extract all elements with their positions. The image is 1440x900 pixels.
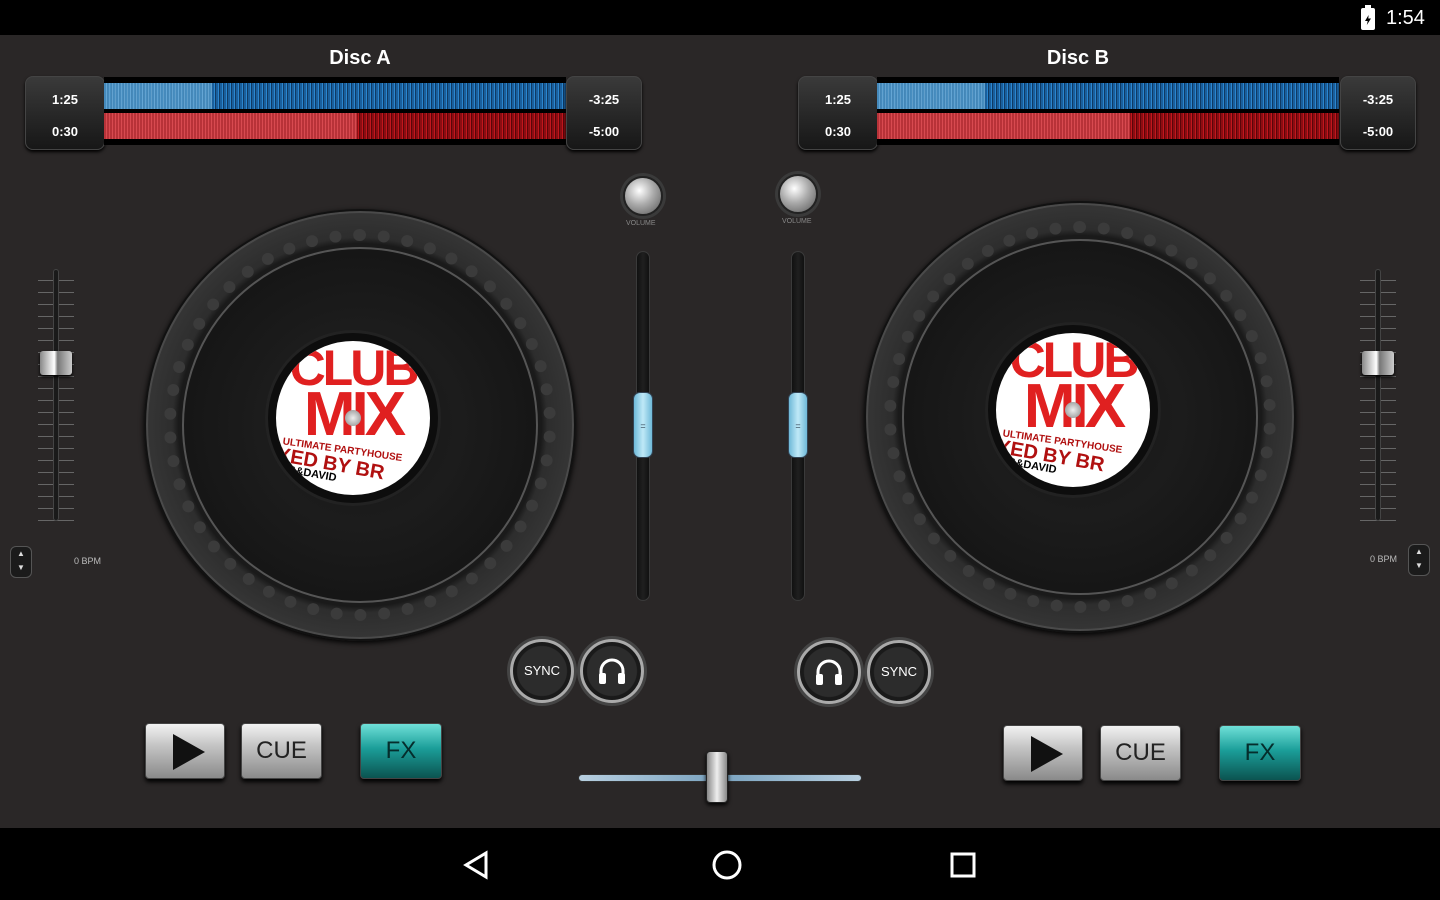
deck-a-pitch-track[interactable] bbox=[53, 269, 59, 521]
deck-a-elapsed-time: 1:25 0:30 bbox=[25, 76, 105, 150]
back-triangle-icon[interactable] bbox=[458, 845, 498, 885]
deck-b-remaining-bottom: -5:00 bbox=[1362, 124, 1394, 139]
status-clock: 1:54 bbox=[1386, 7, 1425, 29]
deck-b-sync-button[interactable]: SYNC bbox=[867, 640, 931, 704]
recents-square-icon[interactable] bbox=[943, 845, 983, 885]
deck-b-elapsed-top: 1:25 bbox=[824, 92, 852, 107]
deck-a-turntable[interactable]: CLUB MIX ULTIMATE PARTYHOUSE XED BY BR G… bbox=[144, 209, 576, 641]
chevron-up-icon[interactable]: ▲ bbox=[1409, 545, 1429, 559]
deck-a-remaining-top: -3:25 bbox=[588, 92, 620, 107]
deck-a-waveform-played-1 bbox=[104, 83, 212, 109]
deck-a-remaining-time: -3:25 -5:00 bbox=[566, 76, 642, 150]
deck-b-bpm-label: 0 BPM bbox=[1370, 554, 1398, 564]
deck-b-play-button[interactable] bbox=[1003, 725, 1083, 781]
deck-b-waveform[interactable] bbox=[877, 77, 1339, 145]
headphone-icon bbox=[599, 658, 625, 684]
play-icon bbox=[173, 734, 205, 770]
play-icon bbox=[1031, 736, 1063, 772]
deck-a-fx-button[interactable]: FX bbox=[360, 723, 442, 779]
status-bar: 1:54 bbox=[0, 0, 1440, 35]
home-circle-icon[interactable] bbox=[707, 845, 747, 885]
deck-a-bpm-label: 0 BPM bbox=[74, 556, 102, 566]
deck-a-volume-knob[interactable] bbox=[623, 176, 663, 216]
deck-a-cue-button[interactable]: CUE bbox=[241, 723, 322, 779]
deck-b-remaining-top: -3:25 bbox=[1362, 92, 1394, 107]
navigation-bar bbox=[0, 828, 1440, 900]
deck-b-fx-button[interactable]: FX bbox=[1219, 725, 1301, 781]
deck-a-volume-label: VOLUME bbox=[626, 220, 656, 227]
deck-b-channel-fader-thumb[interactable]: = bbox=[788, 392, 808, 458]
deck-a-title: Disc A bbox=[329, 47, 391, 69]
deck-a-elapsed-top: 1:25 bbox=[51, 92, 79, 107]
screen: 1:54 Disc A 1:25 0:30 -3:25 -5:00 Disc B… bbox=[0, 0, 1440, 900]
crossfader-knob[interactable] bbox=[706, 751, 728, 803]
deck-a-waveform-played-2 bbox=[104, 113, 357, 139]
headphone-icon bbox=[816, 659, 842, 685]
deck-b-elapsed-bottom: 0:30 bbox=[824, 124, 852, 139]
dj-mixer: Disc A 1:25 0:30 -3:25 -5:00 Disc B 1:25… bbox=[0, 35, 1440, 828]
deck-b-record-label: CLUB MIX ULTIMATE PARTYHOUSE XED BY BR G… bbox=[988, 325, 1158, 495]
deck-a-bpm-stepper[interactable]: ▲ ▼ bbox=[10, 546, 32, 578]
deck-a-play-button[interactable] bbox=[145, 723, 225, 779]
deck-b-remaining-time: -3:25 -5:00 bbox=[1340, 76, 1416, 150]
deck-b-title: Disc B bbox=[1046, 47, 1110, 69]
deck-a-waveform[interactable] bbox=[104, 77, 566, 145]
deck-b-bpm-stepper[interactable]: ▲ ▼ bbox=[1408, 544, 1430, 576]
deck-b-waveform-played-1 bbox=[877, 83, 985, 109]
deck-b-pitch-track[interactable] bbox=[1375, 269, 1381, 521]
deck-a-record-label: CLUB MIX ULTIMATE PARTYHOUSE XED BY BR G… bbox=[268, 333, 438, 503]
deck-a-channel-fader-thumb[interactable]: = bbox=[633, 392, 653, 458]
deck-b-spindle bbox=[1065, 402, 1081, 418]
deck-b-volume-label: VOLUME bbox=[782, 218, 812, 225]
deck-b-volume-knob[interactable] bbox=[778, 174, 818, 214]
deck-b-headphone-button[interactable] bbox=[797, 640, 861, 704]
deck-a-headphone-button[interactable] bbox=[580, 639, 644, 703]
deck-b-elapsed-time: 1:25 0:30 bbox=[798, 76, 878, 150]
deck-a-pitch-knob[interactable] bbox=[40, 351, 72, 375]
deck-b-cue-button[interactable]: CUE bbox=[1100, 725, 1181, 781]
chevron-down-icon[interactable]: ▼ bbox=[11, 561, 31, 575]
deck-b-pitch-knob[interactable] bbox=[1362, 351, 1394, 375]
battery-charging-icon bbox=[1361, 5, 1375, 30]
deck-b-turntable[interactable]: CLUB MIX ULTIMATE PARTYHOUSE XED BY BR G… bbox=[864, 201, 1296, 633]
deck-a-remaining-bottom: -5:00 bbox=[588, 124, 620, 139]
deck-b-waveform-played-2 bbox=[877, 113, 1130, 139]
deck-a-elapsed-bottom: 0:30 bbox=[51, 124, 79, 139]
deck-a-sync-button[interactable]: SYNC bbox=[510, 639, 574, 703]
chevron-up-icon[interactable]: ▲ bbox=[11, 547, 31, 561]
deck-a-spindle bbox=[345, 410, 361, 426]
chevron-down-icon[interactable]: ▼ bbox=[1409, 559, 1429, 573]
